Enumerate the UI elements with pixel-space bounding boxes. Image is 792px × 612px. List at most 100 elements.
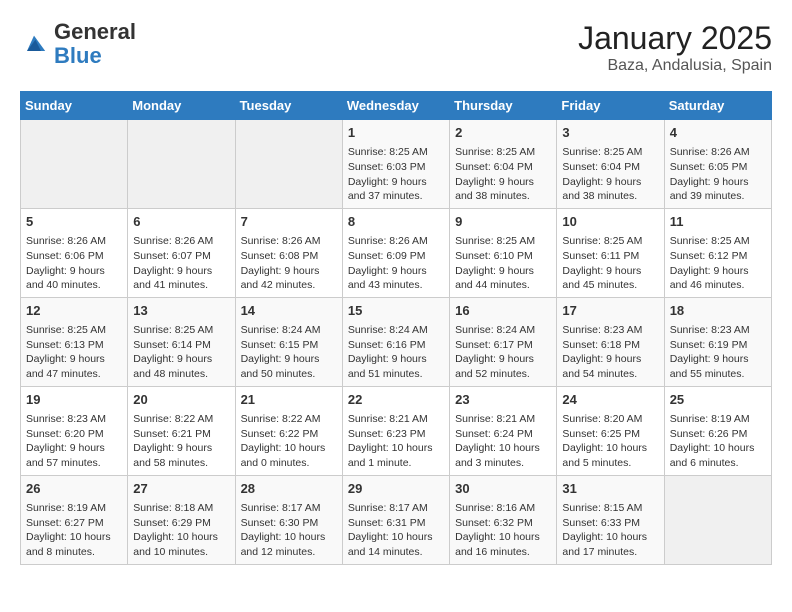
day-number: 31	[562, 480, 658, 498]
calendar-day-cell: 28Sunrise: 8:17 AMSunset: 6:30 PMDayligh…	[235, 475, 342, 564]
calendar-day-cell: 13 Sunrise: 8:25 AMSunset: 6:14 PMDayligh…	[128, 297, 235, 386]
day-number: 21	[241, 391, 337, 409]
day-number: 5	[26, 213, 122, 231]
day-info: Sunrise: 8:25 AMSunset: 6:10 PMDaylight:…	[455, 234, 551, 293]
day-info: Sunrise: 8:25 AMSunset: 6:03 PMDaylight:…	[348, 145, 444, 204]
day-number: 23	[455, 391, 551, 409]
calendar-day-cell: 25Sunrise: 8:19 AMSunset: 6:26 PMDayligh…	[664, 386, 771, 475]
header: General Blue January 2025 Baza, Andalusi…	[20, 20, 772, 75]
day-info: Sunrise: 8:21 AMSunset: 6:24 PMDaylight:…	[455, 412, 551, 471]
day-number: 25	[670, 391, 766, 409]
day-info: Sunrise: 8:23 AMSunset: 6:20 PMDaylight:…	[26, 412, 122, 471]
day-number: 20	[133, 391, 229, 409]
day-info: Sunrise: 8:26 AMSunset: 6:06 PMDaylight:…	[26, 234, 122, 293]
weekday-friday: Friday	[557, 92, 664, 120]
day-info: Sunrise: 8:16 AMSunset: 6:32 PMDaylight:…	[455, 501, 551, 560]
day-number: 28	[241, 480, 337, 498]
calendar-day-cell: 31 Sunrise: 8:15 AMSunset: 6:33 PMDayligh…	[557, 475, 664, 564]
calendar-table: SundayMondayTuesdayWednesdayThursdayFrid…	[20, 91, 772, 565]
day-info: Sunrise: 8:25 AMSunset: 6:13 PMDaylight:…	[26, 323, 122, 382]
weekday-row: SundayMondayTuesdayWednesdayThursdayFrid…	[21, 92, 772, 120]
day-info: Sunrise: 8:23 AMSunset: 6:19 PMDaylight:…	[670, 323, 766, 382]
day-info: Sunrise: 8:25 AMSunset: 6:04 PMDaylight:…	[455, 145, 551, 204]
calendar-week-row: 5 Sunrise: 8:26 AMSunset: 6:06 PMDaylight…	[21, 208, 772, 297]
calendar-day-cell: 29 Sunrise: 8:17 AMSunset: 6:31 PMDayligh…	[342, 475, 449, 564]
calendar-day-cell: 3Sunrise: 8:25 AMSunset: 6:04 PMDaylight…	[557, 120, 664, 209]
day-number: 30	[455, 480, 551, 498]
calendar-day-cell: 14 Sunrise: 8:24 AMSunset: 6:15 PMDayligh…	[235, 297, 342, 386]
calendar-day-cell: 19 Sunrise: 8:23 AMSunset: 6:20 PMDayligh…	[21, 386, 128, 475]
day-number: 14	[241, 302, 337, 320]
day-info: Sunrise: 8:26 AMSunset: 6:05 PMDaylight:…	[670, 145, 766, 204]
calendar-day-cell: 16 Sunrise: 8:24 AMSunset: 6:17 PMDayligh…	[450, 297, 557, 386]
calendar-day-cell: 17 Sunrise: 8:23 AMSunset: 6:18 PMDayligh…	[557, 297, 664, 386]
day-number: 27	[133, 480, 229, 498]
day-info: Sunrise: 8:19 AMSunset: 6:27 PMDaylight:…	[26, 501, 122, 560]
day-info: Sunrise: 8:23 AMSunset: 6:18 PMDaylight:…	[562, 323, 658, 382]
calendar-day-cell: 22Sunrise: 8:21 AMSunset: 6:23 PMDayligh…	[342, 386, 449, 475]
calendar-day-cell: 26 Sunrise: 8:19 AMSunset: 6:27 PMDayligh…	[21, 475, 128, 564]
day-number: 13	[133, 302, 229, 320]
calendar-subtitle: Baza, Andalusia, Spain	[578, 57, 772, 75]
logo-icon	[20, 30, 48, 58]
title-area: January 2025 Baza, Andalusia, Spain	[578, 20, 772, 75]
calendar-week-row: 26 Sunrise: 8:19 AMSunset: 6:27 PMDayligh…	[21, 475, 772, 564]
day-info: Sunrise: 8:21 AMSunset: 6:23 PMDaylight:…	[348, 412, 444, 471]
calendar-day-cell: 27Sunrise: 8:18 AMSunset: 6:29 PMDayligh…	[128, 475, 235, 564]
day-number: 7	[241, 213, 337, 231]
calendar-day-cell	[128, 120, 235, 209]
calendar-day-cell: 12Sunrise: 8:25 AMSunset: 6:13 PMDayligh…	[21, 297, 128, 386]
calendar-day-cell: 7Sunrise: 8:26 AMSunset: 6:08 PMDaylight…	[235, 208, 342, 297]
day-number: 9	[455, 213, 551, 231]
calendar-day-cell: 15Sunrise: 8:24 AMSunset: 6:16 PMDayligh…	[342, 297, 449, 386]
calendar-day-cell: 4 Sunrise: 8:26 AMSunset: 6:05 PMDaylight…	[664, 120, 771, 209]
calendar-day-cell: 23 Sunrise: 8:21 AMSunset: 6:24 PMDayligh…	[450, 386, 557, 475]
day-info: Sunrise: 8:25 AMSunset: 6:12 PMDaylight:…	[670, 234, 766, 293]
day-number: 11	[670, 213, 766, 231]
day-number: 6	[133, 213, 229, 231]
logo-blue-text: Blue	[54, 43, 102, 68]
day-info: Sunrise: 8:25 AMSunset: 6:11 PMDaylight:…	[562, 234, 658, 293]
weekday-sunday: Sunday	[21, 92, 128, 120]
logo-general-text: General	[54, 19, 136, 44]
calendar-day-cell: 20 Sunrise: 8:22 AMSunset: 6:21 PMDayligh…	[128, 386, 235, 475]
day-number: 1	[348, 124, 444, 142]
calendar-day-cell: 21 Sunrise: 8:22 AMSunset: 6:22 PMDayligh…	[235, 386, 342, 475]
calendar-week-row: 12Sunrise: 8:25 AMSunset: 6:13 PMDayligh…	[21, 297, 772, 386]
day-info: Sunrise: 8:20 AMSunset: 6:25 PMDaylight:…	[562, 412, 658, 471]
day-info: Sunrise: 8:22 AMSunset: 6:22 PMDaylight:…	[241, 412, 337, 471]
day-info: Sunrise: 8:26 AMSunset: 6:07 PMDaylight:…	[133, 234, 229, 293]
logo-text: General Blue	[54, 20, 136, 68]
day-number: 29	[348, 480, 444, 498]
day-number: 26	[26, 480, 122, 498]
calendar-day-cell	[664, 475, 771, 564]
calendar-day-cell: 1 Sunrise: 8:25 AMSunset: 6:03 PMDaylight…	[342, 120, 449, 209]
calendar-day-cell: 10 Sunrise: 8:25 AMSunset: 6:11 PMDayligh…	[557, 208, 664, 297]
calendar-header: SundayMondayTuesdayWednesdayThursdayFrid…	[21, 92, 772, 120]
calendar-day-cell: 24Sunrise: 8:20 AMSunset: 6:25 PMDayligh…	[557, 386, 664, 475]
day-info: Sunrise: 8:24 AMSunset: 6:17 PMDaylight:…	[455, 323, 551, 382]
calendar-body: 1 Sunrise: 8:25 AMSunset: 6:03 PMDaylight…	[21, 120, 772, 565]
weekday-wednesday: Wednesday	[342, 92, 449, 120]
calendar-day-cell: 18Sunrise: 8:23 AMSunset: 6:19 PMDayligh…	[664, 297, 771, 386]
weekday-tuesday: Tuesday	[235, 92, 342, 120]
day-info: Sunrise: 8:25 AMSunset: 6:14 PMDaylight:…	[133, 323, 229, 382]
day-info: Sunrise: 8:15 AMSunset: 6:33 PMDaylight:…	[562, 501, 658, 560]
day-info: Sunrise: 8:25 AMSunset: 6:04 PMDaylight:…	[562, 145, 658, 204]
calendar-day-cell: 11 Sunrise: 8:25 AMSunset: 6:12 PMDayligh…	[664, 208, 771, 297]
calendar-day-cell: 30 Sunrise: 8:16 AMSunset: 6:32 PMDayligh…	[450, 475, 557, 564]
calendar-title: January 2025	[578, 20, 772, 57]
calendar-day-cell	[21, 120, 128, 209]
calendar-week-row: 1 Sunrise: 8:25 AMSunset: 6:03 PMDaylight…	[21, 120, 772, 209]
day-info: Sunrise: 8:24 AMSunset: 6:15 PMDaylight:…	[241, 323, 337, 382]
day-info: Sunrise: 8:22 AMSunset: 6:21 PMDaylight:…	[133, 412, 229, 471]
day-number: 10	[562, 213, 658, 231]
day-number: 19	[26, 391, 122, 409]
day-number: 16	[455, 302, 551, 320]
day-info: Sunrise: 8:17 AMSunset: 6:31 PMDaylight:…	[348, 501, 444, 560]
weekday-saturday: Saturday	[664, 92, 771, 120]
calendar-day-cell: 5 Sunrise: 8:26 AMSunset: 6:06 PMDaylight…	[21, 208, 128, 297]
calendar-day-cell: 8Sunrise: 8:26 AMSunset: 6:09 PMDaylight…	[342, 208, 449, 297]
day-number: 4	[670, 124, 766, 142]
day-number: 17	[562, 302, 658, 320]
